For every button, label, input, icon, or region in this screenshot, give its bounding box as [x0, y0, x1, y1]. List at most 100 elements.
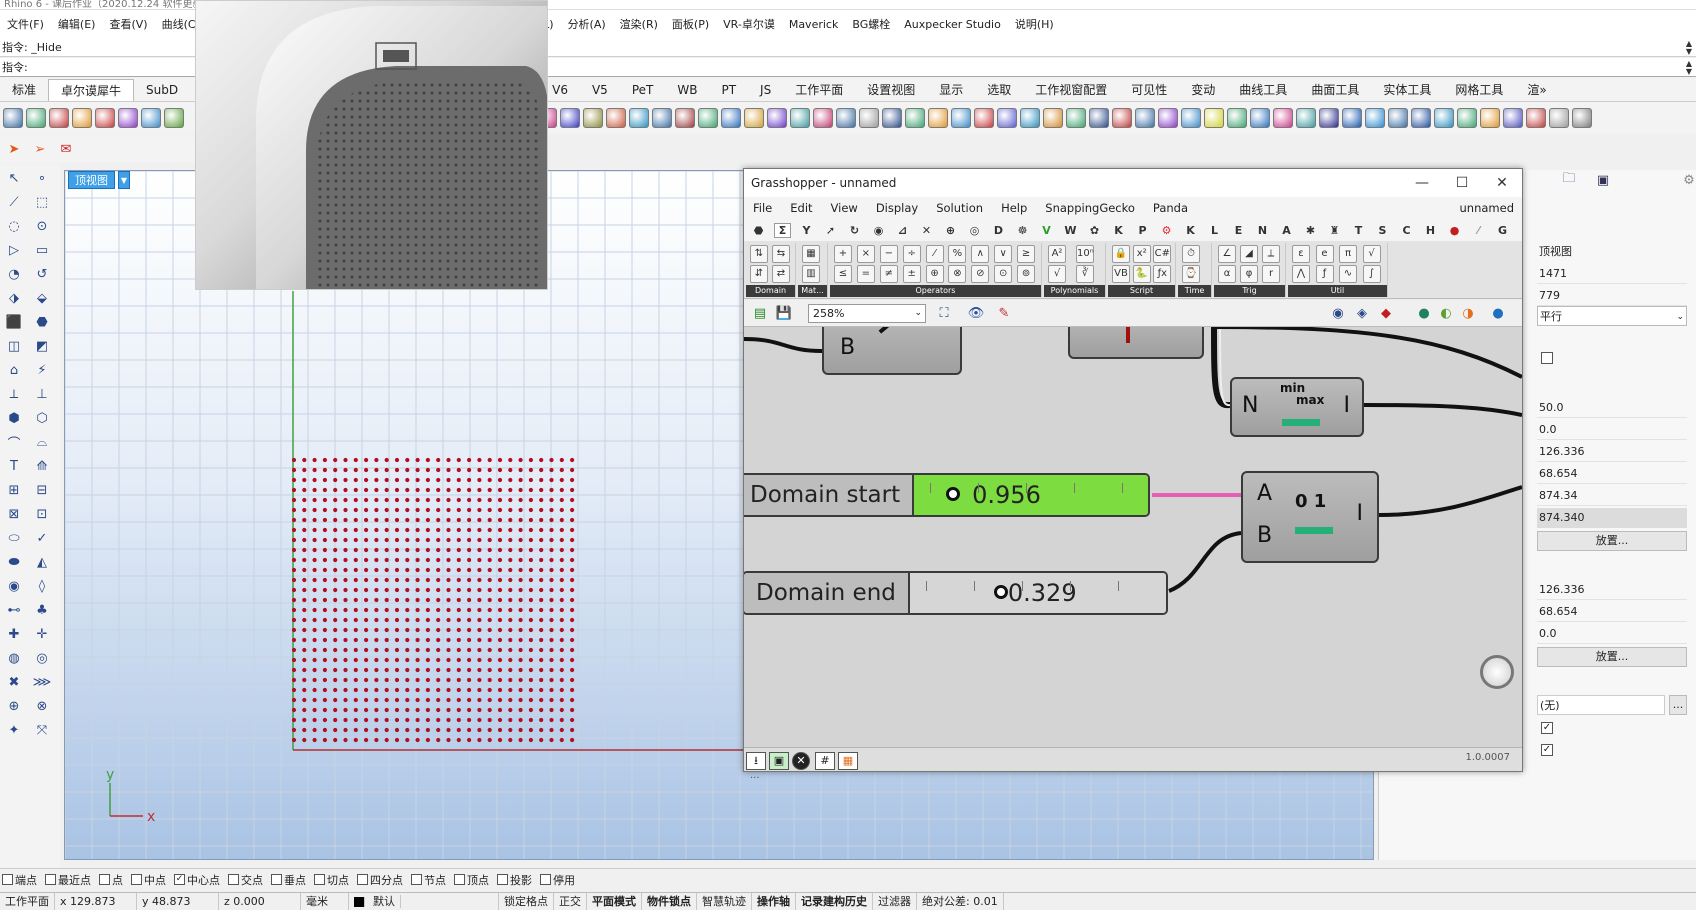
status-layer[interactable]: 默认: [349, 892, 499, 910]
left-tool-icon-27[interactable]: ⊟: [32, 480, 52, 500]
toolbar-tool-icon-4[interactable]: [95, 108, 115, 128]
left-tool-icon-0[interactable]: ↖: [4, 168, 24, 188]
left-tool-icon-31[interactable]: ✓: [32, 528, 52, 548]
render-icon-2[interactable]: ◐: [1436, 303, 1456, 323]
viewport-title-tab[interactable]: 顶视图: [68, 171, 115, 189]
left-tool-icon-14[interactable]: ◫: [4, 336, 24, 356]
cluster-icon[interactable]: ▦: [838, 752, 858, 770]
mail-icon[interactable]: ✉: [56, 139, 76, 159]
toolbar-tool-icon-1[interactable]: [26, 108, 46, 128]
gh-ribbon-icon-5-0[interactable]: ⏱: [1182, 245, 1200, 263]
gh-ribbon-icon-4-3[interactable]: VB: [1112, 265, 1130, 283]
gh-ribbon-icon-5-1[interactable]: ⌚: [1182, 265, 1200, 283]
tab-4[interactable]: V5: [580, 79, 620, 101]
toolbar-tool-icon-17[interactable]: [744, 108, 764, 128]
gh-menu-item-6[interactable]: SnappingGecko: [1036, 201, 1144, 215]
gh-menu-item-5[interactable]: Help: [992, 201, 1036, 215]
gh-ribbon-icon-4-0[interactable]: 🔒: [1112, 245, 1130, 263]
gh-ribbon-icon-0-2[interactable]: ⇵: [750, 265, 768, 283]
tab-2[interactable]: SubD: [134, 79, 190, 101]
osnap-checkbox-4[interactable]: ✓: [174, 874, 185, 885]
left-tool-icon-3[interactable]: ⬚: [32, 192, 52, 212]
gh-ribbon-icon-7-2[interactable]: π: [1339, 245, 1357, 263]
gh-component-c[interactable]: C L: [1068, 327, 1204, 359]
gh-category-tab-0[interactable]: ⬣: [750, 224, 767, 237]
gh-category-tab-30[interactable]: ⁄: [1470, 224, 1487, 237]
gh-component-bounds[interactable]: N I min max: [1230, 377, 1364, 437]
gh-menu-item-1[interactable]: Edit: [781, 201, 821, 215]
left-tool-icon-35[interactable]: ◊: [32, 576, 52, 596]
osnap-checkbox-0[interactable]: [2, 874, 13, 885]
gh-ribbon-icon-6-5[interactable]: r: [1262, 265, 1280, 283]
status-filter[interactable]: 过滤器: [873, 892, 917, 910]
toolbar-tool-icon-24[interactable]: [905, 108, 925, 128]
toolbar-tool-icon-0[interactable]: [3, 108, 23, 128]
prop-checkbox-1[interactable]: [1541, 352, 1553, 364]
prop-target-z[interactable]: 0.0: [1537, 624, 1687, 644]
left-tool-icon-13[interactable]: ⬣: [32, 312, 52, 332]
folder-icon[interactable]: 🗀: [1559, 170, 1579, 190]
gh-category-tab-3[interactable]: ➚: [822, 224, 839, 237]
gh-menu-item-7[interactable]: Panda: [1144, 201, 1197, 215]
slider-domain-end-track[interactable]: 0.329: [909, 573, 1166, 613]
left-tool-icon-22[interactable]: ⌒: [4, 432, 24, 452]
left-tool-icon-6[interactable]: ▷: [4, 240, 24, 260]
toolbar-tool-icon-26[interactable]: [951, 108, 971, 128]
tab-16[interactable]: 曲线工具: [1227, 79, 1299, 101]
gh-ribbon-icon-6-2[interactable]: ⟂: [1262, 245, 1280, 263]
status-history[interactable]: 记录建构历史: [796, 892, 873, 910]
osnap-checkbox-2[interactable]: [99, 874, 110, 885]
place-target-button[interactable]: 放置...: [1537, 647, 1687, 667]
gh-ribbon-icon-2-7[interactable]: ∨: [994, 245, 1013, 263]
gh-category-tab-20[interactable]: E: [1230, 224, 1247, 237]
gh-category-tab-4[interactable]: ↻: [846, 224, 863, 237]
render-icon-1[interactable]: ●: [1414, 303, 1434, 323]
tab-8[interactable]: JS: [748, 79, 783, 101]
osnap-checkbox-8[interactable]: [357, 874, 368, 885]
toolbar-tool-icon-35[interactable]: [1158, 108, 1178, 128]
osnap-12[interactable]: 停用: [540, 872, 575, 888]
gh-category-tab-11[interactable]: ☸: [1014, 224, 1031, 237]
menu-item-35[interactable]: 渲染(R): [613, 16, 665, 32]
gh-ribbon-icon-2-14[interactable]: ⊗: [948, 265, 967, 283]
left-tool-icon-44[interactable]: ⊕: [4, 696, 24, 716]
tab-11[interactable]: 显示: [927, 79, 975, 101]
close-icon[interactable]: ✕: [1482, 169, 1522, 197]
slider-domain-end-knob[interactable]: [993, 585, 1008, 599]
gh-ribbon-icon-7-3[interactable]: √: [1362, 245, 1381, 263]
toolbar-tool-icon-39[interactable]: [1250, 108, 1270, 128]
toolbar-tool-icon-36[interactable]: [1181, 108, 1201, 128]
tab-6[interactable]: WB: [665, 79, 709, 101]
osnap-2[interactable]: 点: [99, 872, 123, 888]
canvas-navigation-ball[interactable]: [1480, 655, 1514, 689]
gh-ribbon-icon-2-11[interactable]: ≠: [879, 265, 898, 283]
prop-projection-select[interactable]: 平行 ⌄: [1537, 306, 1687, 326]
green-file-icon[interactable]: ▣: [769, 752, 789, 770]
prop-checkbox-2[interactable]: ✓: [1541, 722, 1553, 734]
prop-target-y[interactable]: 68.654: [1537, 602, 1687, 622]
gh-category-tab-9[interactable]: ◎: [966, 224, 983, 237]
osnap-checkbox-1[interactable]: [45, 874, 56, 885]
left-tool-icon-32[interactable]: ⬬: [4, 552, 24, 572]
status-gumball[interactable]: 操作轴: [752, 892, 796, 910]
left-tool-icon-34[interactable]: ◉: [4, 576, 24, 596]
gh-zoom-select[interactable]: 258% ⌄: [808, 304, 926, 323]
menu-item-39[interactable]: BG螺栓: [845, 16, 897, 32]
sketch-pen-icon[interactable]: ✎: [994, 303, 1014, 323]
left-tool-icon-19[interactable]: ⊥: [32, 384, 52, 404]
toolbar-tool-icon-32[interactable]: [1089, 108, 1109, 128]
left-tool-icon-43[interactable]: ⋙: [32, 672, 52, 692]
sphere-icon[interactable]: ●: [1488, 303, 1508, 323]
gh-category-tab-13[interactable]: W: [1062, 224, 1079, 237]
status-osnap[interactable]: 物件锁点: [642, 892, 697, 910]
osnap-checkbox-3[interactable]: [131, 874, 142, 885]
osnap-4[interactable]: ✓ 中心点: [174, 872, 220, 888]
osnap-7[interactable]: 切点: [314, 872, 349, 888]
toolbar-tool-icon-14[interactable]: [675, 108, 695, 128]
toolbar-tool-icon-27[interactable]: [974, 108, 994, 128]
gh-category-tab-8[interactable]: ⊕: [942, 224, 959, 237]
toolbar-tool-icon-31[interactable]: [1066, 108, 1086, 128]
left-tool-icon-29[interactable]: ⊡: [32, 504, 52, 524]
left-tool-icon-42[interactable]: ✖: [4, 672, 24, 692]
gh-ribbon-icon-6-1[interactable]: ◢: [1240, 245, 1258, 263]
